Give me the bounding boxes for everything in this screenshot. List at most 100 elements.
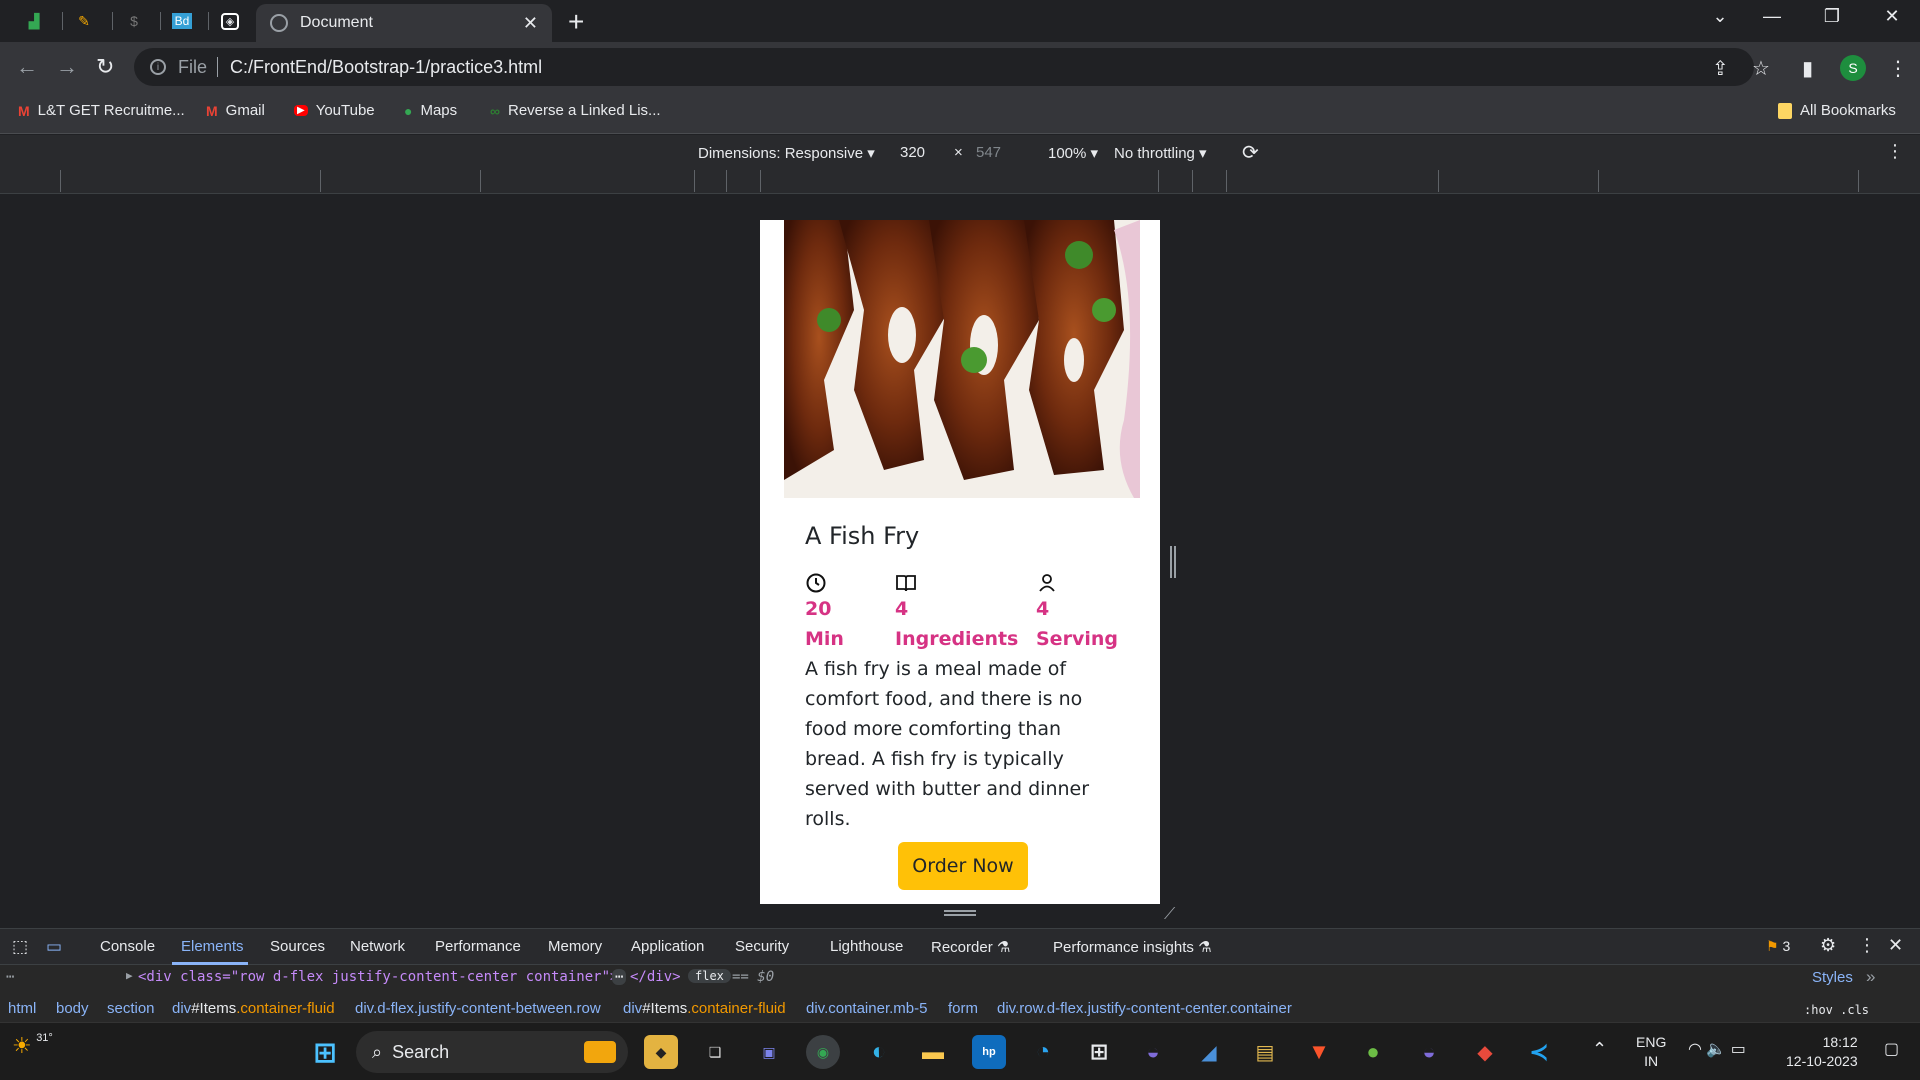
expand-triangle-icon[interactable]: ▶	[126, 969, 133, 982]
dimensions-select[interactable]: Dimensions: Responsive ▾	[698, 144, 875, 162]
width-resize-handle[interactable]	[1170, 546, 1176, 578]
copilot-icon[interactable]: ◆	[644, 1035, 678, 1069]
height-resize-handle[interactable]	[944, 910, 976, 916]
archive-icon[interactable]: ▤	[1248, 1035, 1282, 1069]
tab-security[interactable]: Security	[735, 938, 789, 955]
devtools-settings-gear-icon[interactable]: ⚙	[1820, 935, 1836, 956]
device-menu-kebab-icon[interactable]: ⋮	[1886, 141, 1904, 162]
order-now-button[interactable]: Order Now	[898, 842, 1028, 890]
dom-ellipsis-icon[interactable]: ⋯	[6, 969, 14, 985]
tab-application[interactable]: Application	[631, 938, 704, 955]
pinned-tab-chart-icon[interactable]: ▟	[16, 6, 52, 36]
clock[interactable]: 18:12 12-10-2023	[1786, 1033, 1858, 1071]
task-view-icon[interactable]: ❏	[698, 1035, 732, 1069]
breadcrumb-form[interactable]: form	[948, 1000, 978, 1017]
breadcrumb-div-container[interactable]: div.container.mb-5	[806, 1000, 927, 1017]
tray-status[interactable]: ◠ 🔈 ▭	[1688, 1039, 1746, 1059]
eclipse-icon[interactable]: ◒	[1136, 1035, 1170, 1069]
tab-close-icon[interactable]: ✕	[523, 13, 538, 34]
breadcrumb-html[interactable]: html	[8, 1000, 36, 1017]
bookmark-youtube[interactable]: ▶ YouTube	[294, 102, 375, 119]
tab-recorder[interactable]: Recorder ⚗	[931, 938, 1010, 956]
taskbar-search[interactable]: ⌕ Search	[356, 1031, 628, 1073]
collapsed-children[interactable]: ⋯	[612, 969, 627, 985]
bookmark-reverse-linked-list[interactable]: ∞ Reverse a Linked Lis...	[490, 102, 661, 119]
device-toggle-icon[interactable]: ▭	[46, 937, 62, 957]
bookmark-maps[interactable]: ● Maps	[404, 102, 457, 119]
bookmark-lt-get[interactable]: M L&T GET Recruitme...	[18, 102, 185, 119]
tab-performance-insights[interactable]: Performance insights ⚗	[1053, 938, 1212, 956]
breadcrumb-section[interactable]: section	[107, 1000, 155, 1017]
mysql-workbench-icon[interactable]: ◢	[1192, 1035, 1226, 1069]
teams-chat-icon[interactable]: ▣	[752, 1035, 786, 1069]
styles-filter[interactable]: :hov .cls	[1804, 1003, 1869, 1017]
side-panel-icon[interactable]: ▮	[1802, 56, 1813, 81]
rotate-icon[interactable]: ⟳	[1242, 140, 1259, 165]
address-bar[interactable]: i File C:/FrontEnd/Bootstrap-1/practice3…	[134, 48, 1754, 86]
styles-tab[interactable]: Styles	[1812, 969, 1853, 986]
git-icon[interactable]: ◆	[1468, 1035, 1502, 1069]
tab-memory[interactable]: Memory	[548, 938, 602, 955]
tab-elements[interactable]: Elements	[181, 938, 244, 955]
eclipse-ee-icon[interactable]: ◒	[1412, 1035, 1446, 1069]
menu-kebab-icon[interactable]: ⋮	[1888, 56, 1908, 81]
all-bookmarks[interactable]: All Bookmarks	[1778, 102, 1896, 119]
bookmark-gmail[interactable]: M Gmail	[206, 102, 265, 119]
restore-icon[interactable]: ❐	[1812, 6, 1852, 27]
edge-icon[interactable]: ◐	[862, 1035, 896, 1069]
weather-widget[interactable]: ☀ 31°	[12, 1032, 53, 1059]
flex-badge[interactable]: flex	[688, 969, 731, 983]
corner-resize-handle[interactable]: ⟋	[1164, 906, 1175, 924]
devtools-menu-kebab-icon[interactable]: ⋮	[1858, 935, 1876, 956]
more-tabs-chevron-icon[interactable]: »	[1866, 967, 1875, 987]
language-indicator[interactable]: ENG IN	[1636, 1033, 1666, 1071]
tab-lighthouse[interactable]: Lighthouse	[830, 938, 903, 955]
chrome-icon[interactable]: ◉	[806, 1035, 840, 1069]
tray-overflow-chevron-icon[interactable]: ⌃	[1592, 1039, 1607, 1060]
tab-document[interactable]: Document ✕	[256, 4, 552, 42]
close-window-icon[interactable]: ✕	[1872, 6, 1912, 27]
brave-icon[interactable]: ▼	[1302, 1035, 1336, 1069]
reload-icon[interactable]: ↻	[96, 54, 114, 80]
breadcrumb-div-items-2[interactable]: div#Items.container-fluid	[623, 1000, 786, 1017]
windows-start-icon[interactable]: ⊞	[308, 1035, 342, 1069]
zoom-select[interactable]: 100% ▾	[1048, 144, 1098, 162]
info-icon[interactable]: i	[150, 59, 166, 75]
pinned-tab-codepen-icon[interactable]: ◈	[212, 6, 248, 36]
vscode-icon[interactable]: ≺	[1522, 1035, 1556, 1069]
tab-search-chevron-icon[interactable]: ⌄	[1700, 6, 1740, 27]
tab-console[interactable]: Console	[100, 938, 155, 955]
profile-avatar[interactable]: S	[1840, 55, 1866, 81]
url-text[interactable]: C:/FrontEnd/Bootstrap-1/practice3.html	[230, 57, 542, 78]
breadcrumb-div-dflex[interactable]: div.d-flex.justify-content-between.row	[355, 1000, 601, 1017]
breadcrumb-div-row[interactable]: div.row.d-flex.justify-content-center.co…	[997, 1000, 1292, 1017]
spring-tool-icon[interactable]: ●	[1356, 1035, 1390, 1069]
notification-icon[interactable]: ▢	[1884, 1039, 1899, 1059]
devtools-close-icon[interactable]: ✕	[1888, 935, 1903, 956]
battery-icon: ▭	[1730, 1041, 1746, 1058]
breadcrumb-body[interactable]: body	[56, 1000, 89, 1017]
pinned-tab-dollar-icon[interactable]: $	[116, 6, 152, 36]
inspect-element-icon[interactable]: ⬚	[12, 937, 28, 957]
width-input[interactable]: 320	[900, 144, 925, 161]
pinned-tab-pen-icon[interactable]: ✎	[66, 6, 102, 36]
myhp-icon[interactable]: hp	[972, 1035, 1006, 1069]
weather-app-icon[interactable]: ◔	[1026, 1035, 1060, 1069]
microsoft-store-icon[interactable]: ⊞	[1082, 1035, 1116, 1069]
pinned-tab-bd-icon[interactable]: Bd	[164, 6, 200, 36]
selected-dom-node[interactable]: ⋯ ▶ <div class="row d-flex justify-conte…	[0, 967, 1780, 991]
back-arrow-icon[interactable]: ←	[16, 54, 38, 80]
height-input[interactable]: 547	[976, 144, 1001, 161]
share-icon[interactable]: ⇪	[1712, 56, 1729, 81]
issues-badge[interactable]: ⚑ 3	[1766, 938, 1790, 955]
bookmark-star-icon[interactable]: ☆	[1752, 56, 1770, 81]
tab-network[interactable]: Network	[350, 938, 405, 955]
throttling-select[interactable]: No throttling ▾	[1114, 144, 1207, 162]
tab-performance[interactable]: Performance	[435, 938, 521, 955]
file-explorer-icon[interactable]: ▬	[916, 1035, 950, 1069]
minimize-icon[interactable]: —	[1752, 6, 1792, 27]
breadcrumb-div-items[interactable]: div#Items.container-fluid	[172, 1000, 335, 1017]
forward-arrow-icon[interactable]: →	[56, 54, 78, 80]
new-tab-button[interactable]: +	[568, 6, 584, 38]
tab-sources[interactable]: Sources	[270, 938, 325, 955]
